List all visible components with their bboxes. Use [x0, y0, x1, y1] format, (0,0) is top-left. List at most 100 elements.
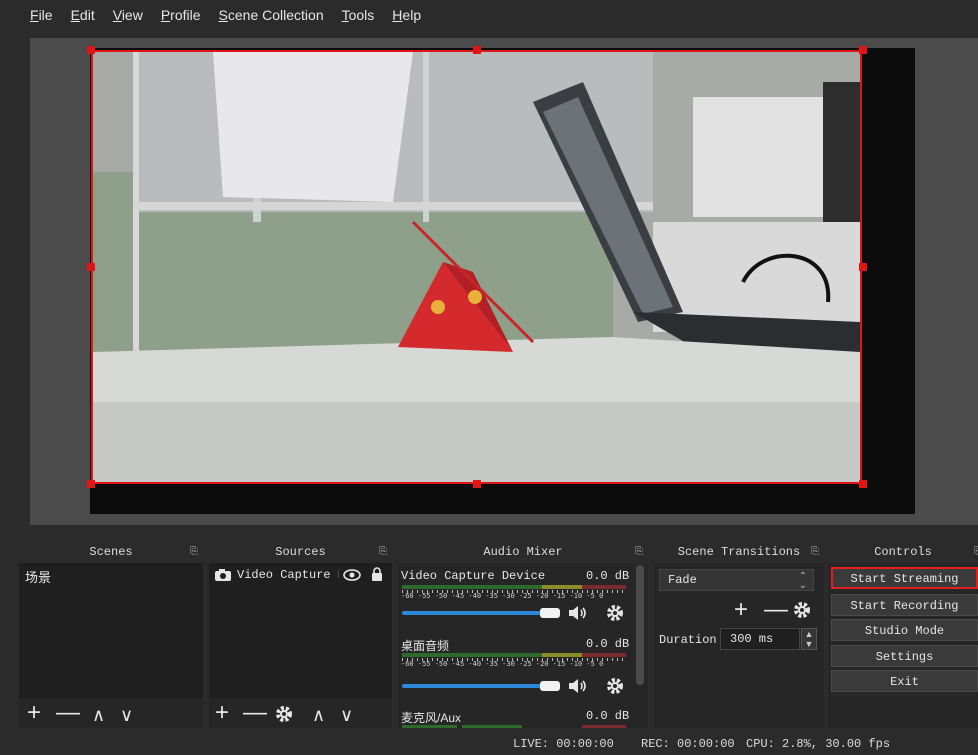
gear-icon[interactable]: [606, 604, 624, 622]
resize-handle[interactable]: [473, 480, 481, 488]
sources-dock-title: Sources ⎘: [209, 543, 392, 562]
source-item[interactable]: Video Capture Device: [213, 567, 388, 585]
undock-icon[interactable]: ⎘: [974, 543, 978, 562]
gear-icon[interactable]: [793, 601, 811, 619]
video-capture-source[interactable]: [91, 50, 862, 484]
chevron-updown-icon: ⌃ ⌄: [798, 571, 807, 591]
sources-title-text: Sources: [275, 545, 326, 559]
sources-list[interactable]: Video Capture Device: [209, 563, 392, 698]
controls-title-text: Controls: [874, 545, 932, 559]
menu-edit[interactable]: Edit: [71, 7, 95, 23]
volume-meter: [542, 653, 582, 657]
undock-icon[interactable]: ⎘: [635, 543, 643, 562]
volume-slider-knob[interactable]: [540, 681, 560, 691]
add-scene-icon[interactable]: +: [27, 701, 41, 725]
speaker-icon[interactable]: [568, 678, 588, 694]
source-item-label: Video Capture Device: [237, 568, 339, 582]
volume-meter: [582, 653, 626, 657]
eye-icon[interactable]: [343, 569, 361, 581]
transitions-title-text: Scene Transitions: [677, 545, 801, 559]
menu-help[interactable]: Help: [392, 7, 421, 23]
transitions-dock-title: Scene Transitions ⎘: [654, 543, 824, 562]
duration-input[interactable]: 300 ms: [720, 628, 800, 650]
move-down-icon[interactable]: ∨: [120, 703, 133, 727]
mixer-channel-db: 0.0 dB: [586, 637, 630, 651]
duration-label: Duration: [659, 633, 717, 647]
volume-slider[interactable]: [402, 684, 552, 688]
menu-tools[interactable]: Tools: [342, 7, 375, 23]
speaker-icon[interactable]: [568, 605, 588, 621]
mixer-dock-title: Audio Mixer ⎘: [398, 543, 648, 562]
undock-icon[interactable]: ⎘: [379, 543, 387, 562]
camera-scene-image: [93, 52, 860, 482]
rec-status: REC: 00:00:00: [641, 737, 735, 751]
mixer-channel-db: 0.0 dB: [586, 569, 630, 583]
audio-mixer-panel: Video Capture Device 0.0 dB -60 -55 -50 …: [398, 563, 648, 728]
remove-scene-icon[interactable]: —: [56, 701, 80, 725]
menu-view[interactable]: View: [113, 7, 143, 23]
remove-source-icon[interactable]: —: [243, 701, 267, 725]
move-up-icon[interactable]: ∧: [312, 703, 325, 727]
remove-transition-icon[interactable]: —: [764, 598, 788, 622]
resize-handle[interactable]: [859, 263, 867, 271]
exit-button[interactable]: Exit: [831, 670, 978, 692]
volume-meter: [462, 725, 522, 728]
resize-handle[interactable]: [859, 46, 867, 54]
resize-handle[interactable]: [473, 46, 481, 54]
transition-select-value: Fade: [668, 573, 697, 587]
scenes-title-text: Scenes: [89, 545, 133, 559]
gear-icon[interactable]: [275, 705, 293, 723]
meter-scale: -60 -55 -50 -45 -40 -35 -30 -25 -20 -15 …: [401, 660, 604, 668]
cpu-status: CPU: 2.8%, 30.00 fps: [746, 737, 891, 751]
volume-slider[interactable]: [402, 611, 552, 615]
volume-meter: [582, 585, 626, 589]
menu-profile[interactable]: Profile: [161, 7, 201, 23]
add-transition-icon[interactable]: +: [734, 598, 748, 622]
resize-handle[interactable]: [87, 46, 95, 54]
preview-canvas[interactable]: [87, 46, 915, 514]
transition-select[interactable]: Fade ⌃ ⌄: [659, 569, 814, 591]
mixer-title-text: Audio Mixer: [483, 545, 563, 559]
undock-icon[interactable]: ⎘: [190, 543, 198, 562]
mixer-scrollbar[interactable]: [636, 565, 644, 685]
mixer-channel-name: 麦克风/Aux: [401, 711, 462, 725]
undock-icon[interactable]: ⎘: [811, 543, 819, 562]
volume-meter: [402, 585, 542, 589]
studio-mode-button[interactable]: Studio Mode: [831, 619, 978, 641]
volume-meter: [582, 725, 626, 728]
live-status: LIVE: 00:00:00: [513, 737, 614, 751]
add-source-icon[interactable]: +: [215, 701, 229, 725]
status-bar: LIVE: 00:00:00 REC: 00:00:00 CPU: 2.8%, …: [0, 732, 978, 755]
settings-button[interactable]: Settings: [831, 645, 978, 667]
resize-handle[interactable]: [87, 263, 95, 271]
gear-icon[interactable]: [606, 677, 624, 695]
move-down-icon[interactable]: ∨: [340, 703, 353, 727]
scenes-dock-title: Scenes ⎘: [19, 543, 203, 562]
lock-icon[interactable]: [371, 567, 383, 581]
volume-slider-knob[interactable]: [540, 608, 560, 618]
duration-spinner[interactable]: ▲ ▼: [801, 628, 817, 650]
move-up-icon[interactable]: ∧: [92, 703, 105, 727]
mixer-channel-name: 桌面音频: [401, 639, 450, 653]
menu-file[interactable]: File: [30, 7, 53, 23]
start-streaming-button[interactable]: Start Streaming: [831, 567, 978, 589]
sources-panel: Video Capture Device + — ∧ ∨: [209, 563, 392, 728]
preview-area[interactable]: [30, 38, 978, 525]
camera-icon: [215, 569, 231, 581]
controls-dock-title: Controls ⎘: [828, 543, 978, 562]
volume-meter: [542, 585, 582, 589]
duration-input-value: 300 ms: [730, 632, 774, 646]
scenes-list[interactable]: 场景: [19, 563, 203, 698]
menu-scene-collection[interactable]: Scene Collection: [219, 7, 324, 23]
resize-handle[interactable]: [859, 480, 867, 488]
start-recording-button[interactable]: Start Recording: [831, 594, 978, 616]
scenes-panel: 场景 + — ∧ ∨: [19, 563, 203, 728]
transitions-panel: Fade ⌃ ⌄ + — Duration 300 ms ▲ ▼: [654, 563, 824, 728]
menu-bar: File Edit View Profile Scene Collection …: [0, 0, 978, 30]
resize-handle[interactable]: [87, 480, 95, 488]
scene-item[interactable]: 场景: [25, 567, 51, 586]
mixer-channel-db: 0.0 dB: [586, 709, 630, 723]
mixer-channel-name: Video Capture Device: [401, 569, 546, 583]
meter-scale: -60 -55 -50 -45 -40 -35 -30 -25 -20 -15 …: [401, 592, 604, 600]
volume-meter: [402, 725, 457, 728]
